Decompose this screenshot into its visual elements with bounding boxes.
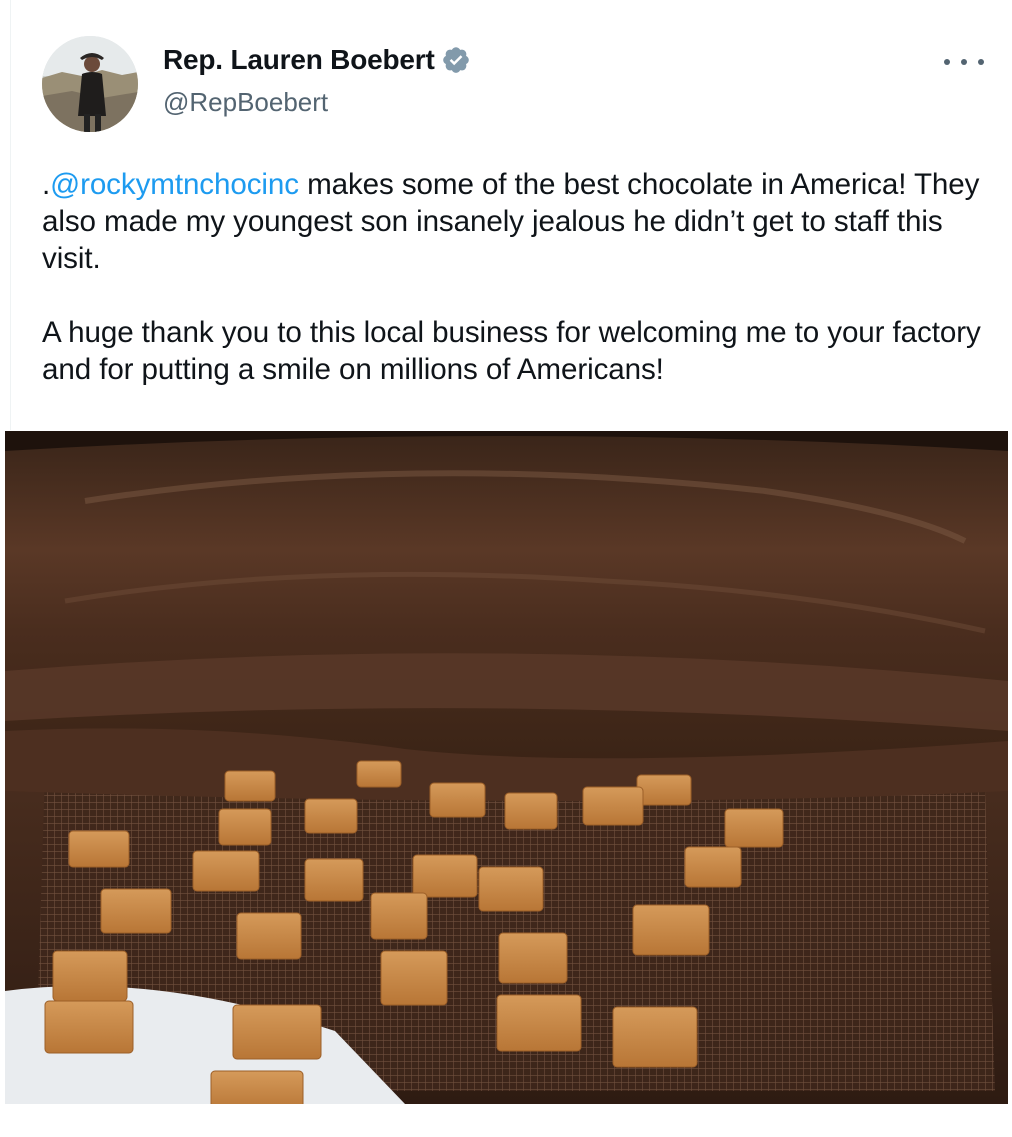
avatar-photo-icon — [42, 36, 138, 132]
tweet-prefix: . — [42, 168, 51, 201]
author-handle[interactable]: @RepBoebert — [163, 87, 328, 118]
more-options-icon-dot — [978, 59, 984, 65]
profile-avatar[interactable] — [42, 36, 138, 132]
photo-chocolate-factory — [5, 431, 1008, 1104]
more-options-icon-dot — [961, 59, 967, 65]
tweet-photo[interactable] — [5, 431, 1008, 1104]
more-options-icon — [944, 59, 950, 65]
display-name[interactable]: Rep. Lauren Boebert — [163, 44, 435, 76]
mention-link[interactable]: @rockymtnchocinc — [50, 168, 299, 201]
tweet-text: .@rockymtnchocinc makes some of the best… — [42, 166, 997, 388]
column-border — [10, 0, 11, 430]
more-options-button[interactable] — [944, 48, 984, 76]
author-name-row[interactable]: Rep. Lauren Boebert — [163, 44, 471, 76]
verified-badge-icon — [442, 47, 469, 73]
